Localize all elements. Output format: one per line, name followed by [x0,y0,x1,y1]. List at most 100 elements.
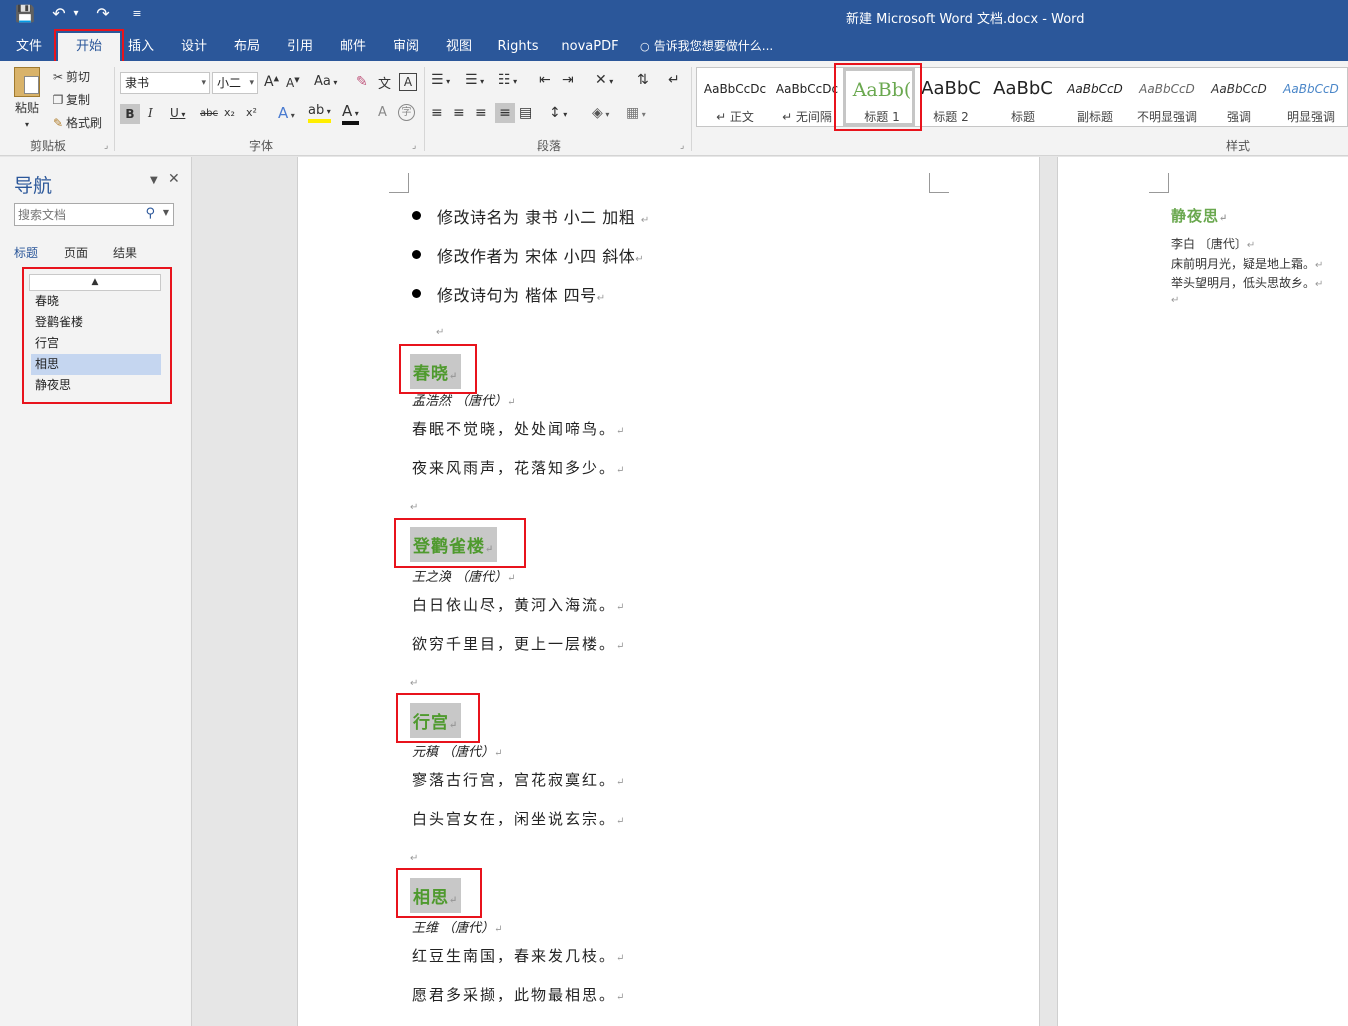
poem-author[interactable]: 王维 （唐代）↵ [412,917,503,936]
poem-line[interactable]: 举头望明月，低头思故乡。↵ [1171,274,1323,291]
nav-tab-headings[interactable]: 标题 [14,244,38,261]
nav-heading-item[interactable]: 静夜思 [31,375,161,396]
tab-insert[interactable]: 插入 [122,33,160,61]
collapse-all-icon[interactable]: ▲ [29,274,161,291]
justify-icon[interactable]: ≡ [495,103,515,123]
style-subtle-emphasis[interactable]: AaBbCcD 不明显强调 [1131,68,1203,126]
subscript-button[interactable]: x₂ [224,106,235,119]
tab-file[interactable]: 文件 [8,33,50,61]
tab-novapdf[interactable]: novaPDF [557,33,623,61]
phonetic-guide-icon[interactable]: 文 [378,73,391,92]
multilevel-list-icon[interactable]: ☷ ▾ [498,72,517,88]
document-area[interactable]: 修改诗名为 隶书 小二 加粗 ↵ 修改作者为 宋体 小四 斜体 ↵ 修改诗句为 楷… [193,157,1348,1026]
align-left-icon[interactable]: ≡ [431,105,443,121]
superscript-button[interactable]: x² [246,106,257,119]
document-page-1[interactable]: 修改诗名为 隶书 小二 加粗 ↵ 修改作者为 宋体 小四 斜体↵ 修改诗句为 楷… [297,157,1040,1026]
poem-title[interactable]: 静夜思↵ [1171,205,1228,226]
highlight-color-icon[interactable]: ab ▾ [308,104,331,123]
align-center-icon[interactable]: ≡ [453,105,465,121]
character-border-icon[interactable]: A [399,73,417,91]
nav-tab-results[interactable]: 结果 [113,244,137,261]
undo-dropdown-icon[interactable]: ▾ [72,8,80,19]
nav-heading-item[interactable]: 行宫 [31,333,161,354]
poem-author[interactable]: 李白 〔唐代〕↵ [1171,235,1255,252]
nav-search-input[interactable] [15,204,135,225]
format-painter-button[interactable]: ✎ 格式刷 [50,114,102,131]
shrink-font-button[interactable]: A▼ [286,76,300,90]
cut-button[interactable]: ✂ 剪切 [50,68,90,85]
style-normal[interactable]: AaBbCcDc ↵ 正文 [699,68,771,126]
paste-button[interactable]: 粘贴 ▾ [10,67,44,129]
tab-rights[interactable]: Rights [493,33,543,61]
char-shading-icon[interactable]: A [378,105,387,120]
style-subtitle[interactable]: AaBbCcD 副标题 [1059,68,1131,126]
poem-line[interactable]: 欲穷千里目，更上一层楼。↵ [412,633,626,654]
customize-qat-icon[interactable]: ≡ [126,7,148,20]
paragraph-launcher-icon[interactable]: ⌟ [680,141,684,151]
poem-line[interactable]: 白头宫女在，闲坐说玄宗。↵ [412,808,626,829]
copy-button[interactable]: ❐ 复制 [50,91,90,108]
nav-heading-item-selected[interactable]: 相思 [31,354,161,375]
font-color-icon[interactable]: A ▾ [342,104,359,125]
poem-line[interactable]: 白日依山尽，黄河入海流。↵ [412,594,626,615]
underline-button[interactable]: U ▾ [170,106,185,120]
grow-font-button[interactable]: A▲ [264,74,279,90]
font-launcher-icon[interactable]: ⌟ [412,141,416,151]
poem-author[interactable]: 孟浩然 （唐代）↵ [412,390,516,409]
line-spacing-icon[interactable]: ↕ ▾ [549,105,567,121]
text-effects-icon[interactable]: A ▾ [278,104,295,122]
shading-icon[interactable]: ◈ ▾ [592,105,609,121]
document-page-2[interactable]: 静夜思↵ 李白 〔唐代〕↵ 床前明月光，疑是地上霜。↵ 举头望明月，低头思故乡。… [1057,157,1348,1026]
poem-title[interactable]: 登鹳雀楼↵ [410,527,498,562]
poem-author[interactable]: 王之涣 （唐代）↵ [412,566,516,585]
increase-indent-icon[interactable]: ⇥ [562,72,574,88]
tab-view[interactable]: 视图 [440,33,478,61]
poem-line[interactable]: 寥落古行宫，宫花寂寞红。↵ [412,769,626,790]
numbering-icon[interactable]: ☰ ▾ [465,72,484,88]
poem-title[interactable]: 行宫↵ [410,703,462,738]
poem-line[interactable]: 红豆生南国，春来发几枝。↵ [412,945,626,966]
show-marks-icon[interactable]: ↵ [668,72,680,88]
poem-line[interactable]: 春眠不觉晓，处处闻啼鸟。↵ [412,418,626,439]
font-name-box[interactable]: 隶书 ▾ [120,72,210,94]
strikethrough-button[interactable]: abc [200,108,218,119]
distributed-icon[interactable]: ▤ [519,105,532,121]
tab-review[interactable]: 审阅 [387,33,425,61]
align-right-icon[interactable]: ≡ [475,105,487,121]
italic-button[interactable]: I [148,106,153,120]
tab-mailings[interactable]: 邮件 [334,33,372,61]
poem-author[interactable]: 元稹 （唐代）↵ [412,741,503,760]
pane-options-icon[interactable]: ▼ [150,175,158,186]
nav-heading-item[interactable]: 春晓 [31,291,161,312]
poem-title[interactable]: 春晓↵ [410,354,462,389]
bullets-icon[interactable]: ☰ ▾ [431,72,450,88]
change-case-button[interactable]: Aa ▾ [314,74,337,89]
tab-design[interactable]: 设计 [175,33,213,61]
save-icon[interactable]: 💾 [14,4,36,23]
tab-layout[interactable]: 布局 [228,33,266,61]
font-size-box[interactable]: 小二 ▾ [212,72,258,94]
bold-button[interactable]: B [120,104,140,124]
poem-line[interactable]: 夜来风雨声，花落知多少。↵ [412,457,626,478]
style-no-spacing[interactable]: AaBbCcDc ↵ 无间隔 [771,68,843,126]
tab-references[interactable]: 引用 [281,33,319,61]
poem-line[interactable]: 愿君多采撷，此物最相思。↵ [412,984,626,1005]
clear-format-icon[interactable]: ✎ [356,74,368,90]
nav-heading-item[interactable]: 登鹳雀楼 [31,312,161,333]
style-heading-2[interactable]: AaBbC 标题 2 [915,68,987,126]
style-heading-1[interactable]: AaBb( 标题 1 [843,68,915,126]
sort-icon[interactable]: ⇅ [637,72,649,88]
tab-home[interactable]: 开始 [58,33,120,61]
undo-icon[interactable]: ↶ [48,4,70,23]
search-icon[interactable]: ⚲ [145,206,155,221]
chinese-layout-icon[interactable]: ✕ ▾ [595,72,613,88]
tell-me-search[interactable]: ○ 告诉我您想要做什么... [640,33,790,61]
close-icon[interactable]: ✕ [168,171,180,187]
clipboard-launcher-icon[interactable]: ⌟ [104,141,108,151]
style-emphasis[interactable]: AaBbCcD 强调 [1203,68,1275,126]
decrease-indent-icon[interactable]: ⇤ [539,72,551,88]
nav-tab-pages[interactable]: 页面 [64,244,88,261]
borders-icon[interactable]: ▦ ▾ [626,105,646,121]
style-intense-emphasis[interactable]: AaBbCcD 明显强调 [1275,68,1347,126]
poem-line[interactable]: 床前明月光，疑是地上霜。↵ [1171,255,1323,272]
